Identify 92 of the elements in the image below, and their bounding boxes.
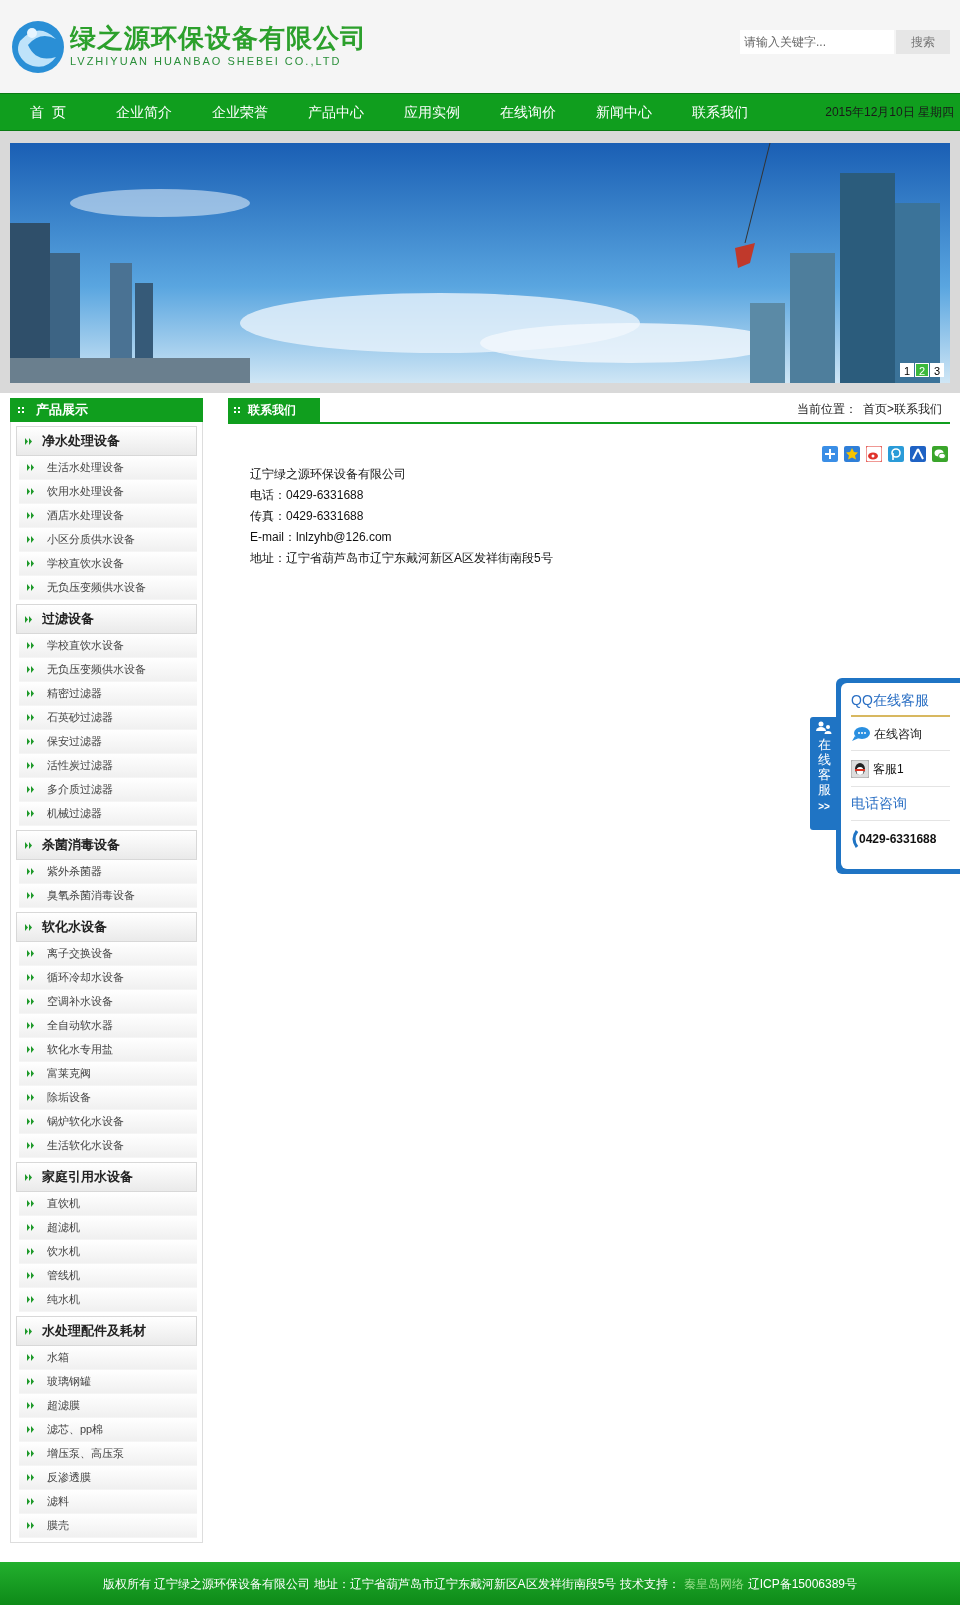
double-arrow-icon xyxy=(27,1022,36,1029)
agent-link[interactable]: 客服1 xyxy=(873,759,904,778)
nav-link[interactable]: 企业荣誉 xyxy=(192,101,288,123)
double-arrow-icon xyxy=(25,923,34,931)
nav-link[interactable]: 应用实例 xyxy=(384,101,480,123)
logo-title: 绿之源环保设备有限公司 xyxy=(70,23,367,54)
p-icon[interactable] xyxy=(888,446,904,462)
double-arrow-icon xyxy=(25,1327,34,1335)
nav-link[interactable]: 在线询价 xyxy=(480,101,576,123)
double-arrow-icon xyxy=(27,738,36,745)
double-arrow-icon xyxy=(27,690,36,697)
phone-icon xyxy=(851,830,859,848)
double-arrow-icon xyxy=(27,1354,36,1361)
chat-bubble-icon xyxy=(851,725,871,742)
star-icon[interactable] xyxy=(844,446,860,462)
panel-title: QQ在线客服 xyxy=(851,683,950,717)
nav-link[interactable]: 联系我们 xyxy=(672,101,768,123)
double-arrow-icon xyxy=(27,1474,36,1481)
double-arrow-icon xyxy=(27,584,36,591)
double-arrow-icon xyxy=(27,1046,36,1053)
double-arrow-icon xyxy=(27,642,36,649)
people-icon xyxy=(816,721,832,735)
sidebar-title: 产品展示 xyxy=(10,398,203,422)
double-arrow-icon xyxy=(27,974,36,981)
footer-text: 版权所有 辽宁绿之源环保设备有限公司 地址：辽宁省葫芦岛市辽宁东戴河新区A区发祥街南段5号 技术支持： xyxy=(102,1575,680,1593)
double-arrow-icon xyxy=(27,560,36,567)
chat-icon[interactable] xyxy=(932,446,948,462)
double-arrow-icon xyxy=(27,998,36,1005)
online-consult-link[interactable]: 在线咨询 xyxy=(874,724,922,743)
double-arrow-icon xyxy=(25,841,34,849)
double-arrow-icon xyxy=(27,762,36,769)
breadcrumb: 首页>联系我们 xyxy=(863,401,942,418)
double-arrow-icon xyxy=(27,1094,36,1101)
contact-line: 电话：0429-6331688 xyxy=(250,487,365,504)
contact-line: 地址：辽宁省葫芦岛市辽宁东戴河新区A区发祥街南段5号 xyxy=(250,550,554,567)
date-text: 2015年12月10日 星期四 xyxy=(825,104,954,121)
double-arrow-icon xyxy=(27,1296,36,1303)
plus-icon[interactable] xyxy=(822,446,838,462)
penguin-icon xyxy=(851,759,869,778)
double-arrow-icon xyxy=(27,1450,36,1457)
double-arrow-icon xyxy=(27,714,36,721)
double-arrow-icon xyxy=(27,1402,36,1409)
service-tab[interactable]: 在线客服 >> xyxy=(810,717,838,830)
double-arrow-icon xyxy=(27,1522,36,1529)
double-arrow-icon xyxy=(27,1378,36,1385)
double-arrow-icon xyxy=(27,1272,36,1279)
nav-link[interactable]: 首 页 xyxy=(0,101,96,123)
category-header[interactable]: 净水处理设备 xyxy=(16,426,197,456)
phone-title: 电话咨询 xyxy=(851,787,950,821)
double-arrow-icon xyxy=(27,810,36,817)
double-arrow-icon xyxy=(27,512,36,519)
double-arrow-icon xyxy=(27,1498,36,1505)
nav-link[interactable]: 企业简介 xyxy=(96,101,192,123)
double-arrow-icon xyxy=(27,1248,36,1255)
category-header[interactable]: 杀菌消毒设备 xyxy=(16,830,197,860)
breadcrumb-label: 当前位置： xyxy=(797,401,857,418)
double-arrow-icon xyxy=(27,1426,36,1433)
search-button[interactable]: 搜索 xyxy=(896,29,950,54)
double-arrow-icon xyxy=(27,666,36,673)
contact-line: 传真：0429-6331688 xyxy=(250,508,365,525)
double-arrow-icon xyxy=(27,1142,36,1149)
double-arrow-icon xyxy=(27,488,36,495)
nav-link[interactable]: 新闻中心 xyxy=(576,101,672,123)
double-arrow-icon xyxy=(27,1200,36,1207)
nav-link[interactable]: 产品中心 xyxy=(288,101,384,123)
double-arrow-icon xyxy=(25,615,34,623)
contact-line: 辽宁绿之源环保设备有限公司 xyxy=(250,466,407,483)
dots-icon xyxy=(18,407,24,413)
double-arrow-icon xyxy=(27,536,36,543)
double-arrow-icon xyxy=(27,868,36,875)
double-arrow-icon xyxy=(27,786,36,793)
double-arrow-icon xyxy=(27,950,36,957)
category-header[interactable]: 水处理配件及耗材 xyxy=(16,1316,197,1346)
double-arrow-icon xyxy=(25,437,34,445)
double-arrow-icon xyxy=(27,464,36,471)
double-arrow-icon xyxy=(27,892,36,899)
double-arrow-icon xyxy=(27,1070,36,1077)
category-header[interactable]: 家庭引用水设备 xyxy=(16,1162,197,1192)
category-header[interactable]: 过滤设备 xyxy=(16,604,197,634)
double-arrow-icon xyxy=(27,1118,36,1125)
slide-page-button[interactable]: 1 xyxy=(900,363,914,377)
logo-subtitle: LVZHIYUAN HUANBAO SHEBEI CO.,LTD xyxy=(70,54,343,70)
category-header[interactable]: 软化水设备 xyxy=(16,912,197,942)
phone-number: 0429-6331688 xyxy=(859,831,937,848)
slide-page-button[interactable]: 3 xyxy=(930,363,944,377)
contact-line: E-mail：lnlzyhb@126.com xyxy=(250,529,393,546)
search-field[interactable]: 请输入关键字... xyxy=(740,29,894,54)
logo-icon xyxy=(10,18,66,75)
dots-icon xyxy=(234,407,240,413)
double-arrow-icon xyxy=(27,1224,36,1231)
icp-text: 辽ICP备15006389号 xyxy=(747,1575,858,1593)
double-arrow-icon xyxy=(25,1173,34,1181)
